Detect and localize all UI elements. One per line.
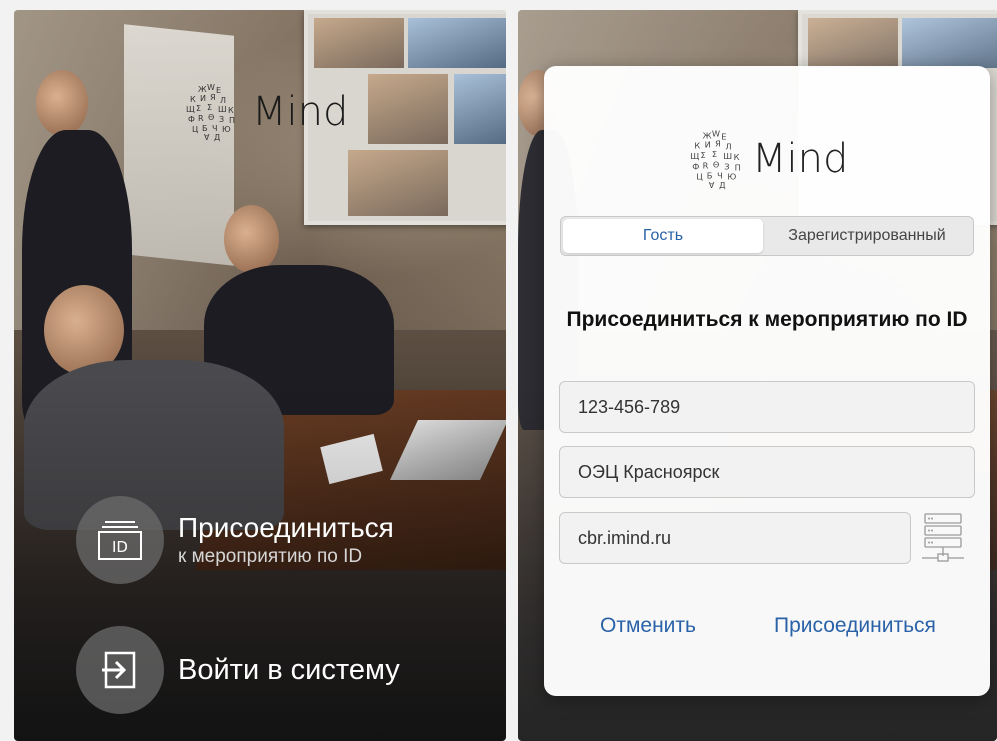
svg-text:Щ: Щ: [690, 151, 699, 161]
login-title[interactable]: Войти в систему: [178, 654, 400, 687]
svg-text:И: И: [200, 94, 206, 103]
svg-text:Щ: Щ: [186, 105, 195, 114]
svg-text:И: И: [705, 140, 711, 150]
svg-text:W: W: [207, 83, 215, 92]
svg-text:Θ: Θ: [713, 159, 720, 169]
svg-text:Ч: Ч: [212, 124, 217, 133]
svg-text:Ц: Ц: [192, 125, 198, 134]
svg-text:Θ: Θ: [208, 113, 214, 122]
join-dialog: ЖWЕ КИЯЛ ЩΣƩШК ФRΘЗП ЦБЧЮ ⱯД Mind Гость …: [544, 66, 990, 696]
svg-text:З: З: [219, 115, 224, 124]
mind-logo: ЖWЕ КИЯЛ ЩΣƩШК ФRΘЗП ЦБЧЮ ⱯД Mind: [180, 82, 348, 142]
svg-text:Σ: Σ: [196, 104, 201, 113]
brand-name: Mind: [752, 136, 849, 182]
svg-text:ID: ID: [112, 538, 128, 556]
svg-text:Ɐ: Ɐ: [709, 180, 715, 190]
svg-text:Ю: Ю: [222, 125, 231, 134]
display-name-input[interactable]: ОЭЦ Красноярск: [559, 446, 975, 498]
svg-text:Б: Б: [202, 124, 208, 133]
svg-text:Ц: Ц: [696, 172, 703, 182]
svg-text:З: З: [724, 161, 729, 171]
svg-text:Ɐ: Ɐ: [204, 133, 210, 142]
login-arrow-icon: [102, 651, 136, 689]
start-screen: ЖWЕ КИЯЛ ЩΣƩШК ФRΘЗП ЦБЧЮ ⱯД Mind ID При…: [14, 10, 506, 741]
join-title[interactable]: Присоединиться: [178, 512, 394, 544]
svg-text:К: К: [228, 106, 234, 115]
svg-text:Ю: Ю: [727, 172, 736, 182]
svg-text:Ʃ: Ʃ: [207, 103, 212, 112]
svg-text:Σ: Σ: [701, 150, 706, 160]
svg-text:Ф: Ф: [188, 115, 195, 124]
brand-name: Mind: [252, 89, 349, 135]
join-button-circle[interactable]: ID: [76, 496, 164, 584]
svg-text:Е: Е: [216, 86, 221, 95]
mind-logo: ЖWЕ КИЯЛ ЩΣƩШК ФRΘЗП ЦБЧЮ ⱯД Mind: [684, 128, 848, 190]
login-button-circle[interactable]: [76, 626, 164, 714]
tab-guest[interactable]: Гость: [563, 219, 763, 253]
tab-registered[interactable]: Зарегистрированный: [763, 219, 971, 253]
cancel-button[interactable]: Отменить: [600, 614, 696, 638]
server-input[interactable]: cbr.imind.ru: [559, 512, 911, 564]
svg-text:П: П: [229, 116, 235, 125]
svg-text:Ш: Ш: [723, 151, 732, 161]
conference-id-input[interactable]: 123-456-789: [559, 381, 975, 433]
svg-text:Д: Д: [719, 180, 726, 190]
svg-text:Я: Я: [715, 139, 721, 149]
id-card-icon: ID: [98, 521, 142, 560]
mind-logo-cube-icon: ЖWЕ КИЯЛ ЩΣƩШК ФRΘЗП ЦБЧЮ ⱯД: [684, 128, 746, 190]
mind-logo-cube-icon: ЖWЕ КИЯЛ ЩΣƩШК ФRΘЗП ЦБЧЮ ⱯД: [180, 82, 240, 142]
svg-text:R: R: [198, 114, 204, 123]
join-by-id-action[interactable]: ID Присоединиться к мероприятию по ID: [76, 496, 394, 584]
svg-text:К: К: [734, 152, 740, 162]
server-list-icon[interactable]: [920, 512, 966, 564]
svg-text:R: R: [703, 160, 709, 170]
svg-text:Я: Я: [210, 93, 216, 102]
svg-text:Д: Д: [214, 133, 220, 142]
svg-text:Ʃ: Ʃ: [712, 149, 717, 159]
svg-text:К: К: [190, 95, 196, 104]
svg-text:Е: Е: [721, 131, 726, 141]
user-type-segmented-control: Гость Зарегистрированный: [560, 216, 974, 256]
svg-text:Ж: Ж: [198, 85, 207, 94]
svg-text:Ш: Ш: [218, 105, 227, 114]
join-subtitle: к мероприятию по ID: [178, 546, 363, 567]
join-dialog-screen: ЖWЕ КИЯЛ ЩΣƩШК ФRΘЗП ЦБЧЮ ⱯД Mind Гость …: [518, 10, 997, 741]
svg-text:Л: Л: [220, 96, 226, 105]
join-button[interactable]: Присоединиться: [774, 614, 936, 638]
svg-text:К: К: [694, 141, 700, 151]
login-action[interactable]: Войти в систему: [76, 626, 400, 714]
svg-text:Ф: Ф: [692, 161, 699, 171]
dialog-title: Присоединиться к мероприятию по ID: [566, 308, 968, 331]
svg-text:W: W: [712, 128, 720, 138]
